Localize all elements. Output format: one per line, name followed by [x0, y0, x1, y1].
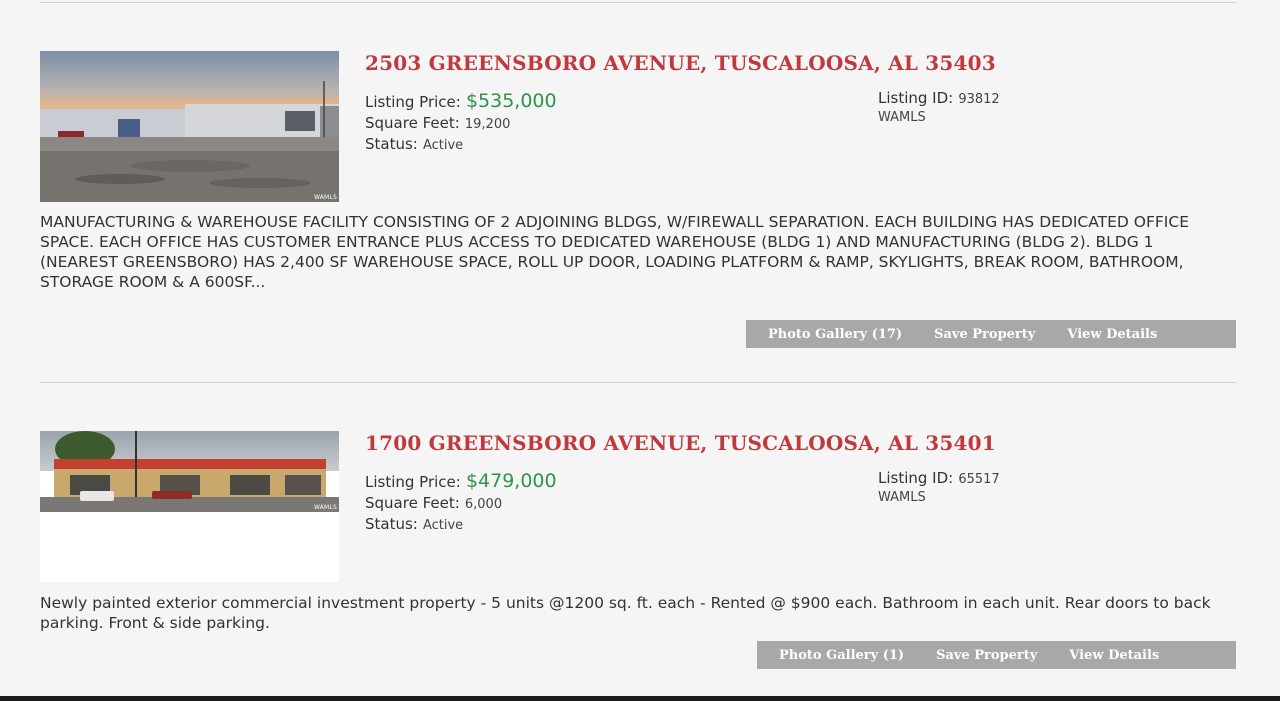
price-value: $535,000 — [465, 90, 557, 112]
view-details-button[interactable]: View Details — [1053, 648, 1175, 663]
sqft-row: Square Feet: 19,200 — [365, 112, 835, 133]
sqft-value: 19,200 — [464, 117, 511, 132]
price-label: Listing Price: — [365, 473, 461, 491]
listing-id-value: 93812 — [958, 92, 1000, 107]
save-property-button[interactable]: Save Property — [920, 648, 1053, 663]
photo-watermark: WAMLS — [313, 194, 337, 201]
listing-id-row: Listing ID: 93812 — [878, 89, 1000, 109]
photo-gallery-button[interactable]: Photo Gallery (17) — [752, 327, 918, 342]
price-row: Listing Price: $479,000 — [365, 471, 835, 492]
property-photo[interactable]: WAMLS — [40, 51, 339, 202]
listing-id-row: Listing ID: 65517 — [878, 469, 1000, 489]
status-value: Active — [422, 138, 464, 153]
bottom-edge — [0, 696, 1280, 701]
price-value: $479,000 — [465, 470, 557, 492]
listing-actions: Photo Gallery (17) Save Property View De… — [746, 320, 1236, 348]
listing-id-block: Listing ID: 93812 WAMLS — [878, 89, 1000, 127]
listing-description: Newly painted exterior commercial invest… — [40, 594, 1211, 632]
listing-divider — [40, 382, 1236, 383]
sqft-label: Square Feet: — [365, 114, 460, 132]
listing-description: MANUFACTURING & WAREHOUSE FACILITY CONSI… — [40, 213, 1189, 291]
listing-id-block: Listing ID: 65517 WAMLS — [878, 469, 1000, 507]
listing-address[interactable]: 2503 GREENSBORO AVENUE, TUSCALOOSA, AL 3… — [365, 51, 996, 75]
price-label: Listing Price: — [365, 93, 461, 111]
sqft-label: Square Feet: — [365, 494, 460, 512]
status-row: Status: Active — [365, 133, 835, 154]
listing-id-value: 65517 — [958, 472, 1000, 487]
top-divider — [40, 2, 1236, 3]
property-photo[interactable]: WAMLS — [40, 431, 339, 582]
listing-facts: Listing Price: $535,000 Square Feet: 19,… — [365, 91, 835, 154]
photo-gallery-button[interactable]: Photo Gallery (1) — [763, 648, 920, 663]
photo-watermark: WAMLS — [313, 504, 337, 511]
listing-address[interactable]: 1700 GREENSBORO AVENUE, TUSCALOOSA, AL 3… — [365, 431, 996, 455]
listing-facts: Listing Price: $479,000 Square Feet: 6,0… — [365, 471, 835, 534]
status-label: Status: — [365, 135, 418, 153]
status-label: Status: — [365, 515, 418, 533]
listing-id-label: Listing ID: — [878, 469, 954, 487]
storefront-photo-image — [40, 431, 339, 582]
view-details-button[interactable]: View Details — [1051, 327, 1173, 342]
status-value: Active — [422, 518, 464, 533]
sqft-value: 6,000 — [464, 497, 503, 512]
mls-source: WAMLS — [878, 110, 926, 125]
sqft-row: Square Feet: 6,000 — [365, 492, 835, 513]
listing-id-label: Listing ID: — [878, 89, 954, 107]
save-property-button[interactable]: Save Property — [918, 327, 1051, 342]
status-row: Status: Active — [365, 513, 835, 534]
mls-source: WAMLS — [878, 490, 926, 505]
warehouse-photo-image — [40, 51, 339, 202]
listing-actions: Photo Gallery (1) Save Property View Det… — [757, 641, 1236, 669]
price-row: Listing Price: $535,000 — [365, 91, 835, 112]
